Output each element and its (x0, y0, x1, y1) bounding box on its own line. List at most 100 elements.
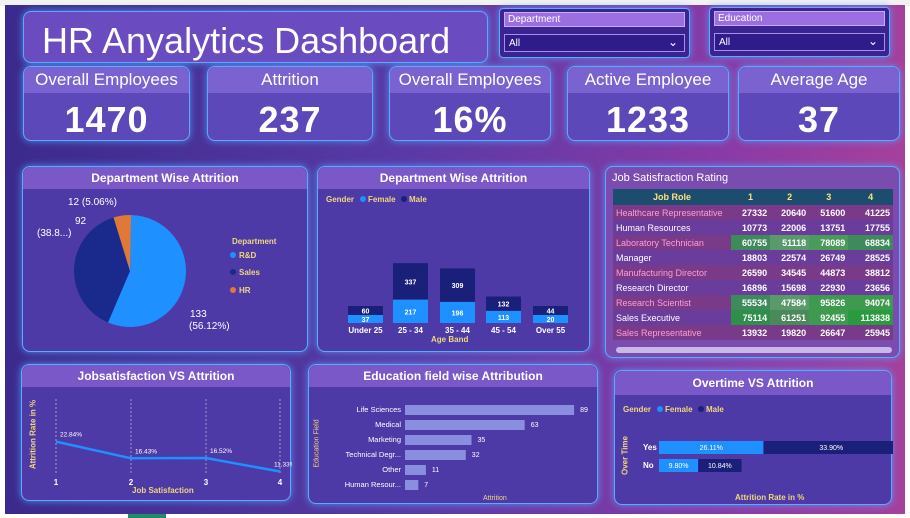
table-header[interactable]: 2 (770, 189, 810, 205)
edu-bar (405, 450, 466, 460)
table-row[interactable]: Sales Executive 75114 61251 92455 113838 (613, 310, 893, 325)
table-header[interactable]: 1 (731, 189, 771, 205)
table-row[interactable]: Manufacturing Director 26590 34545 44873 388… (613, 265, 893, 280)
kpi-value: 1233 (605, 99, 691, 140)
point-label: 16.52% (210, 448, 232, 455)
pie-chart (74, 215, 236, 327)
jobsat-line-panel: Jobsatisfaction VS Attrition 1 2 3 4 22.84% 1… (21, 364, 292, 501)
rating-cell: 13751 (820, 222, 846, 233)
table-row[interactable]: Manager 18803 22574 26749 28525 (613, 250, 893, 265)
kpi-label: Overall Employees (24, 67, 189, 93)
x-tick-label: 4 (278, 478, 283, 487)
rating-cell: 41225 (864, 207, 890, 218)
category-label: Yes (643, 443, 657, 452)
rating-cell: 68834 (848, 235, 893, 250)
x-tick-label: Under 25 (348, 326, 383, 335)
panel-title: Department Wise Attrition (23, 167, 307, 189)
legend-dot-sales (230, 269, 236, 275)
x-tick-label: 35 - 44 (445, 326, 470, 335)
table-header[interactable]: 4 (848, 189, 893, 205)
legend-dot-male (401, 196, 407, 202)
rating-cell: 22930 (820, 282, 846, 293)
category-label: Life Sciences (356, 405, 401, 414)
table-row[interactable]: Laboratory Technician 60755 51118 78089 6883… (613, 235, 893, 250)
x-tick-label: 1 (54, 478, 59, 487)
point-label: 16.43% (135, 448, 157, 455)
kpi-card-attrition: Attrition 237 (207, 66, 373, 141)
table-row[interactable]: Healthcare Representative 27332 20640 51600… (613, 205, 893, 220)
pie-label-rnd-percent: (56.12%) (189, 321, 230, 332)
age-band-xlabel: Age Band (431, 335, 469, 344)
edu-bar (405, 435, 472, 445)
table-row[interactable]: Research Scientist 55534 47584 95826 94074 (613, 295, 893, 310)
panel-title: Job Satisfraction Rating (612, 172, 729, 184)
rating-cell: 22006 (781, 222, 807, 233)
bar-label-female: 26.11% (700, 445, 723, 452)
education-panel: Education field wise Attribution Life Sc… (308, 364, 598, 504)
bar-label-female: 196 (452, 310, 464, 317)
education-dropdown[interactable]: All ⌄ (714, 33, 885, 51)
education-slicer[interactable]: Education All ⌄ (709, 7, 890, 57)
job-role-cell: Human Resources (616, 222, 691, 233)
job-role-cell: Research Scientist (616, 297, 692, 308)
x-tick-label: 25 - 34 (398, 326, 423, 335)
bar-value-label: 11 (432, 467, 439, 474)
legend-label-rnd: R&D (239, 251, 257, 260)
rating-cell: 22574 (781, 252, 807, 263)
bar-label-male: 60 (362, 309, 370, 316)
panel-title: Education field wise Attribution (309, 365, 597, 387)
job-role-cell: Sales Representative (616, 327, 702, 338)
rating-cell: 60755 (731, 235, 771, 250)
pie-label-sales-percent: (38.8...) (37, 228, 72, 239)
table-row[interactable]: Human Resources 10773 22006 13751 17755 (613, 220, 893, 235)
table-row[interactable]: Sales Representative 13932 19820 26647 25945 (613, 325, 893, 340)
rating-cell: 38812 (864, 267, 890, 278)
department-pie-panel: Department Wise Attrition 12 (5.06%) 92 … (22, 166, 308, 352)
rating-cell: 61251 (770, 310, 810, 325)
bar-label-female: 217 (405, 309, 417, 316)
chevron-down-icon[interactable]: ⌄ (868, 34, 878, 48)
rating-cell: 13932 (742, 327, 768, 338)
bar-label-male: 337 (405, 279, 417, 286)
legend-dot-male (698, 406, 704, 412)
bar-label-female: 37 (362, 317, 370, 324)
kpi-value: 16% (432, 99, 508, 140)
department-slicer-label: Department (504, 12, 685, 27)
pie-label-sales-value: 92 (75, 216, 87, 227)
page-tab[interactable] (128, 514, 166, 518)
kpi-value: 237 (258, 99, 322, 140)
point-label: 11.33% (274, 462, 292, 469)
bar-value-label: 63 (531, 422, 539, 429)
job-role-cell: Research Director (616, 282, 689, 293)
rating-cell: 51118 (770, 235, 810, 250)
kpi-card-attrition-rate: Overall Employees 16% (389, 66, 551, 141)
age-band-panel: Department Wise Attrition Gender Female … (317, 166, 590, 352)
kpi-value: 37 (797, 99, 841, 140)
point-label: 22.84% (60, 432, 82, 439)
rating-cell: 18803 (742, 252, 768, 263)
gender-legend-title: Gender (326, 195, 355, 204)
line-ylabel: Attrition Rate in % (28, 399, 38, 470)
job-satisfaction-table: Job Role 1 2 3 4 Healthcare Representative 273… (613, 189, 893, 340)
panel-title: Overtime VS Attrition (615, 371, 891, 395)
department-slicer[interactable]: Department All ⌄ (499, 8, 690, 58)
chevron-down-icon[interactable]: ⌄ (668, 35, 678, 49)
jobsat-line-chart: 123422.84%16.43%16.52%11.33% (54, 399, 292, 487)
department-dropdown[interactable]: All ⌄ (504, 34, 685, 52)
bar-label-male: 10.84% (708, 463, 732, 470)
panel-title: Department Wise Attrition (318, 167, 589, 189)
category-label: Medical (375, 420, 401, 429)
dashboard-canvas: HR Anyalytics Dashboard Department All ⌄… (5, 5, 905, 515)
rating-cell: 44873 (820, 267, 846, 278)
bar-label-female: 20 (547, 317, 555, 324)
table-header[interactable]: Job Role (613, 189, 731, 205)
category-label: Technical Degr... (346, 450, 401, 459)
table-header[interactable]: 3 (809, 189, 849, 205)
bar-value-label: 35 (478, 437, 486, 444)
horizontal-scrollbar[interactable] (616, 347, 892, 353)
education-bar-chart: Life Sciences 89 Medical 63 Marketing 35 Techn… (345, 405, 588, 490)
x-tick-label: 3 (204, 478, 209, 487)
edu-bar (405, 405, 575, 415)
rating-cell: 16896 (742, 282, 768, 293)
table-row[interactable]: Research Director 16896 15698 22930 23656 (613, 280, 893, 295)
